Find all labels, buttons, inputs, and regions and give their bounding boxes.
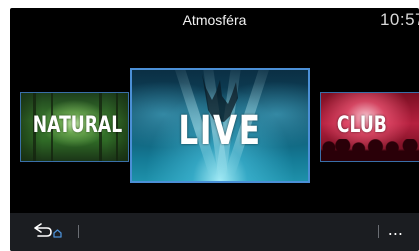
tile-club-label: CLUB [336,113,387,138]
crowd-silhouette [321,139,419,161]
footer-bar: ... [10,213,419,251]
tile-live[interactable]: LIVE [130,68,310,183]
header-bar: Atmosféra 10:57 [10,8,419,38]
tile-natural-label: NATURAL [32,113,123,138]
page-title: Atmosféra [182,12,247,28]
more-options-button[interactable]: ... [388,220,403,240]
clock: 10:57 [379,10,419,29]
back-home-icon [34,223,62,238]
atmosphere-screen: Atmosféra 10:57 NATURAL LIVE CLUB ... [10,8,419,251]
back-home-button[interactable] [32,221,66,241]
tile-club[interactable]: CLUB [320,92,419,162]
tile-live-label: LIVE [178,108,262,154]
tile-natural[interactable]: NATURAL [20,92,129,162]
footer-divider [378,225,379,238]
footer-divider [78,225,79,238]
